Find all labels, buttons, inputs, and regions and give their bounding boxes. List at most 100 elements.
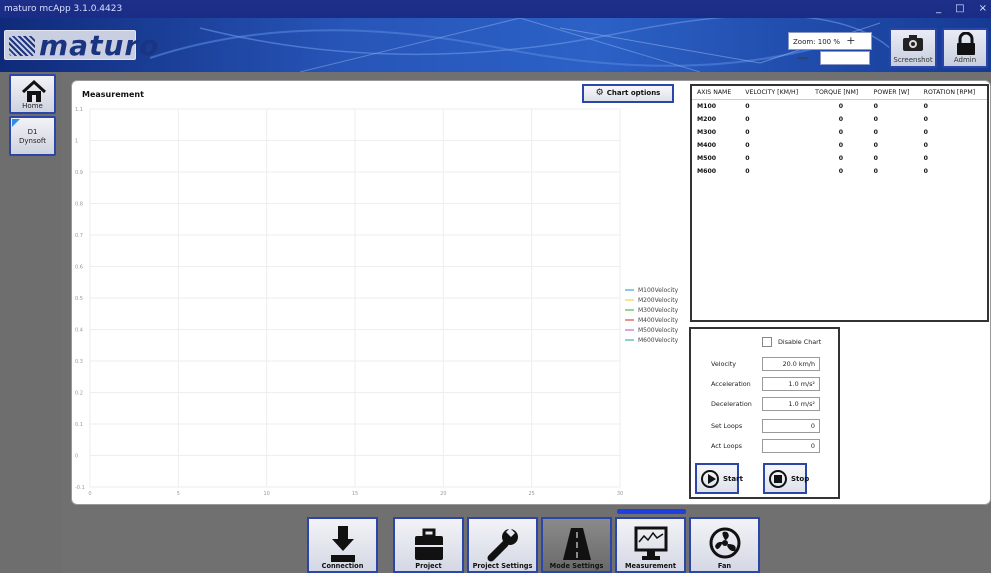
title-bar: maturo mcApp 3.1.0.4423 _ □ × <box>0 0 991 18</box>
y-tick-label: 0.2 <box>75 391 83 397</box>
y-tick-label: 0 <box>75 454 78 460</box>
torque-cell: 0 <box>838 154 844 162</box>
velocity-cell: 0 <box>745 102 750 110</box>
logo-text: maturo <box>39 29 160 62</box>
rotation-cell: 0 <box>923 154 928 162</box>
acceleration-label: Acceleration <box>711 380 751 388</box>
nav-measurement[interactable]: Measurement <box>615 517 686 573</box>
velocity-input[interactable]: 20.0 km/h <box>762 357 820 371</box>
motion-control-panel: Disable Chart Velocity 20.0 km/h Acceler… <box>689 327 840 499</box>
disable-chart-label: Disable Chart <box>778 338 822 346</box>
device-tile-d1[interactable]: D1 Dynsoft <box>9 116 56 156</box>
power-cell: 0 <box>873 141 878 149</box>
nav-project-settings[interactable]: Project Settings <box>467 517 538 573</box>
axis-name-cell: M500 <box>697 154 717 162</box>
admin-button[interactable]: Admin <box>942 28 988 68</box>
velocity-cell: 0 <box>745 154 750 162</box>
axis-data-table: AXIS NAME VELOCITY [KM/H] TORQUE [NM] PO… <box>692 86 987 178</box>
logo-mark-icon <box>9 36 35 56</box>
axis-name-cell: M600 <box>697 167 717 175</box>
screenshot-button[interactable]: Screenshot <box>889 28 937 68</box>
deceleration-input[interactable]: 1.0 m/s² <box>762 397 820 411</box>
y-tick-label: 0.9 <box>75 170 83 176</box>
nav-measurement-label: Measurement <box>624 562 676 570</box>
col-power: POWER [W] <box>868 86 919 100</box>
header-banner: maturo Zoom: 100 % + — Screenshot Admin <box>0 18 991 72</box>
download-icon <box>331 526 355 562</box>
axis-name-cell: M100 <box>697 102 717 110</box>
zoom-in-button[interactable]: + <box>846 33 855 49</box>
stop-button[interactable]: Stop <box>763 463 809 494</box>
zoom-slider[interactable] <box>820 51 870 65</box>
start-button[interactable]: Start <box>695 463 743 494</box>
window-controls: _ □ × <box>936 0 987 18</box>
selected-tab-indicator <box>617 509 686 514</box>
fan-icon <box>709 527 741 559</box>
x-tick-label: 5 <box>177 491 180 497</box>
x-tick-label: 10 <box>263 491 269 497</box>
start-label: Start <box>723 475 743 483</box>
set-loops-input[interactable]: 0 <box>762 419 820 433</box>
device-name: Dynsoft <box>19 137 46 145</box>
legend-label: M600Velocity <box>638 337 679 344</box>
velocity-cell: 0 <box>745 128 750 136</box>
x-tick-label: 15 <box>352 491 358 497</box>
velocity-cell: 0 <box>745 167 750 175</box>
nav-connection[interactable]: Connection <box>307 517 378 573</box>
y-tick-label: 0.1 <box>75 422 83 428</box>
home-button[interactable]: Home <box>9 74 56 114</box>
rotation-cell: 0 <box>923 167 928 175</box>
play-icon <box>701 470 719 488</box>
left-sidebar: Home D1 Dynsoft <box>0 72 62 573</box>
table-header-row: AXIS NAME VELOCITY [KM/H] TORQUE [NM] PO… <box>692 86 987 100</box>
axis-name-cell: M400 <box>697 141 717 149</box>
table-row: M300 0 0 0 0 <box>692 126 987 139</box>
nav-project[interactable]: Project <box>393 517 464 573</box>
acceleration-input[interactable]: 1.0 m/s² <box>762 377 820 391</box>
legend-label: M200Velocity <box>638 297 679 304</box>
maximize-button[interactable]: □ <box>955 0 964 18</box>
col-axis-name: AXIS NAME <box>692 86 741 100</box>
close-button[interactable]: × <box>979 0 987 18</box>
torque-cell: 0 <box>838 141 844 149</box>
y-tick-label: 0.8 <box>75 202 83 208</box>
x-tick-label: 20 <box>440 491 446 497</box>
nav-fan-label: Fan <box>717 562 732 570</box>
nav-mode-settings[interactable]: Mode Settings <box>541 517 612 573</box>
device-id: D1 <box>27 128 38 136</box>
legend-label: M100Velocity <box>638 287 679 294</box>
minimize-button[interactable]: _ <box>936 0 941 18</box>
camera-icon <box>903 35 923 51</box>
zoom-out-button[interactable]: — <box>797 50 808 66</box>
power-cell: 0 <box>873 154 878 162</box>
disable-chart-checkbox[interactable] <box>762 337 772 347</box>
act-loops-value: 0 <box>762 439 820 453</box>
rotation-cell: 0 <box>923 115 928 123</box>
axis-name-cell: M200 <box>697 115 717 123</box>
y-tick-label: 0.6 <box>75 265 83 271</box>
rotation-cell: 0 <box>923 102 928 110</box>
torque-cell: 0 <box>838 115 844 123</box>
x-tick-label: 25 <box>528 491 534 497</box>
nav-fan[interactable]: Fan <box>689 517 760 573</box>
y-tick-label: 0.5 <box>75 296 83 302</box>
wrench-icon <box>487 528 518 562</box>
gear-icon: ⚙ <box>595 88 604 98</box>
legend-label: M500Velocity <box>638 327 679 334</box>
torque-cell: 0 <box>838 128 844 136</box>
axis-name-cell: M300 <box>697 128 717 136</box>
power-cell: 0 <box>873 115 878 123</box>
monitor-chart-icon <box>634 526 668 560</box>
y-tick-label: 0.7 <box>75 233 83 239</box>
torque-cell: 0 <box>838 167 844 175</box>
x-tick-label: 0 <box>88 491 91 497</box>
y-tick-label: 0.4 <box>75 328 83 334</box>
y-tick-label: 1 <box>75 139 78 145</box>
window-title: maturo mcApp 3.1.0.4423 <box>4 4 123 14</box>
deceleration-label: Deceleration <box>711 400 752 408</box>
zoom-label: Zoom: 100 % <box>793 38 841 46</box>
briefcase-icon <box>415 528 443 560</box>
velocity-cell: 0 <box>745 141 750 149</box>
velocity-cell: 0 <box>745 115 750 123</box>
nav-connection-label: Connection <box>321 562 364 570</box>
